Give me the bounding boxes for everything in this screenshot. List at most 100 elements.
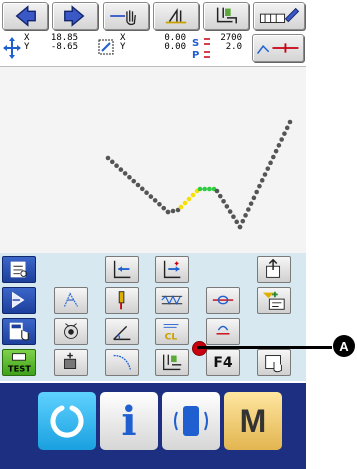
communication-button[interactable] — [162, 392, 220, 450]
sp-readout: 2700 2.0 — [214, 34, 242, 62]
xy2-readout: 0.00 0.00 — [160, 34, 186, 62]
stitch-point — [178, 204, 184, 210]
pitch-value: 2.0 — [225, 42, 242, 52]
pattern-canvas[interactable] — [0, 66, 306, 254]
info-icon: i — [121, 397, 137, 445]
stitch-point — [287, 119, 293, 125]
stitch-point — [273, 148, 279, 154]
angle-button[interactable] — [105, 318, 139, 345]
move-start-button[interactable] — [105, 256, 139, 283]
stitch-point — [240, 218, 246, 224]
thread-tension-button[interactable] — [54, 318, 88, 345]
stitch-point — [257, 183, 262, 189]
stitch-point — [165, 209, 171, 215]
stitch-point — [148, 194, 154, 199]
stitch-point — [118, 167, 124, 172]
svg-text:S: S — [192, 38, 199, 49]
speed-pitch-icon: SP — [190, 34, 212, 62]
run-button[interactable] — [2, 287, 36, 314]
presser-foot-button[interactable] — [203, 2, 249, 30]
replace-pattern-button[interactable] — [257, 287, 291, 314]
svg-text:TEST: TEST — [8, 363, 31, 373]
move-end-icon — [163, 260, 181, 279]
move-start-icon — [113, 260, 131, 279]
stitch-point — [214, 188, 220, 194]
stitch-type-button[interactable] — [252, 34, 304, 62]
test-icon: TEST — [8, 353, 31, 373]
communication-icon — [174, 406, 208, 436]
test-button[interactable]: TEST — [2, 349, 36, 376]
curve-button[interactable] — [105, 349, 139, 376]
xy-readout: 18.85 -8.65 — [38, 34, 78, 62]
pattern-list-button[interactable] — [2, 256, 36, 283]
code-pencil-icon — [259, 7, 300, 23]
stitch-point — [251, 195, 257, 201]
presser-foot-icon — [216, 7, 237, 24]
stitch-point — [135, 182, 141, 188]
tension-dial-icon — [64, 323, 78, 339]
stitch-pattern — [105, 119, 293, 230]
xy2-axis-labels: XY — [120, 33, 126, 52]
convert-button[interactable] — [206, 318, 240, 345]
stitch-point — [265, 166, 271, 171]
stitch-point — [127, 174, 132, 180]
stitch-point — [268, 160, 273, 166]
relative-move-icon — [96, 34, 118, 62]
list-icon — [10, 261, 27, 278]
stitch-point — [259, 178, 265, 183]
calculator-button[interactable] — [2, 318, 36, 345]
needle-button[interactable] — [105, 287, 139, 314]
y-value: -8.65 — [50, 42, 78, 52]
next-point-button[interactable] — [52, 2, 98, 30]
move-end-button[interactable] — [155, 256, 189, 283]
link-button[interactable] — [206, 287, 240, 314]
feed-mode-button[interactable] — [153, 2, 199, 30]
hand-pointer-icon — [110, 10, 136, 26]
stitch-point — [197, 186, 203, 192]
insert-point-button[interactable] — [257, 256, 291, 283]
run-arrow-icon — [12, 291, 25, 309]
touch-select-button[interactable] — [103, 2, 149, 30]
reset-button[interactable] — [38, 392, 96, 450]
stitch-point — [190, 192, 196, 198]
code-edit-button[interactable] — [253, 2, 305, 30]
function-button-grid: CL TEST F4 — [0, 253, 306, 381]
zigzag-icon — [161, 295, 183, 305]
foot-up-button[interactable] — [155, 349, 189, 376]
angle-icon — [113, 325, 131, 341]
needle-icon — [118, 291, 125, 310]
svg-text:CL: CL — [165, 331, 178, 342]
stitch-type-icon — [256, 43, 299, 55]
stitch-point — [139, 186, 145, 192]
prev-point-button[interactable] — [2, 2, 48, 30]
curve-icon — [113, 354, 131, 370]
stitch-point — [207, 186, 212, 192]
info-button[interactable]: i — [100, 392, 158, 450]
stitch-point — [224, 204, 230, 209]
stitch-point — [237, 224, 243, 230]
mode-button[interactable]: M — [224, 392, 282, 450]
foot-up-icon — [163, 354, 182, 371]
mode-label: M — [239, 402, 267, 439]
callout-badge: A — [333, 335, 355, 357]
stitch-point — [246, 207, 251, 212]
stitch-point — [221, 198, 226, 204]
code-list-button[interactable]: CL — [155, 318, 189, 345]
zigzag-button[interactable] — [155, 287, 189, 314]
point-edit-button[interactable] — [54, 287, 88, 314]
xy-move-icon — [2, 34, 22, 62]
calculator-icon — [9, 322, 29, 341]
stitch-point — [122, 171, 128, 176]
stitch-point — [202, 186, 207, 192]
app-panel: XY 18.85 -8.65 XY 0.00 0.00 SP 2700 2.0 — [0, 0, 306, 469]
stitch-point — [279, 137, 284, 142]
stitch-point — [243, 213, 248, 218]
trace-button[interactable] — [54, 349, 88, 376]
code-list-icon: CL — [163, 324, 179, 342]
svg-text:P: P — [192, 50, 199, 61]
stitch-point — [282, 131, 287, 136]
f4-button[interactable]: F4 — [206, 349, 240, 376]
stitch-point — [284, 125, 290, 131]
stitch-point — [170, 208, 176, 214]
hand-edit-button[interactable] — [257, 349, 291, 376]
